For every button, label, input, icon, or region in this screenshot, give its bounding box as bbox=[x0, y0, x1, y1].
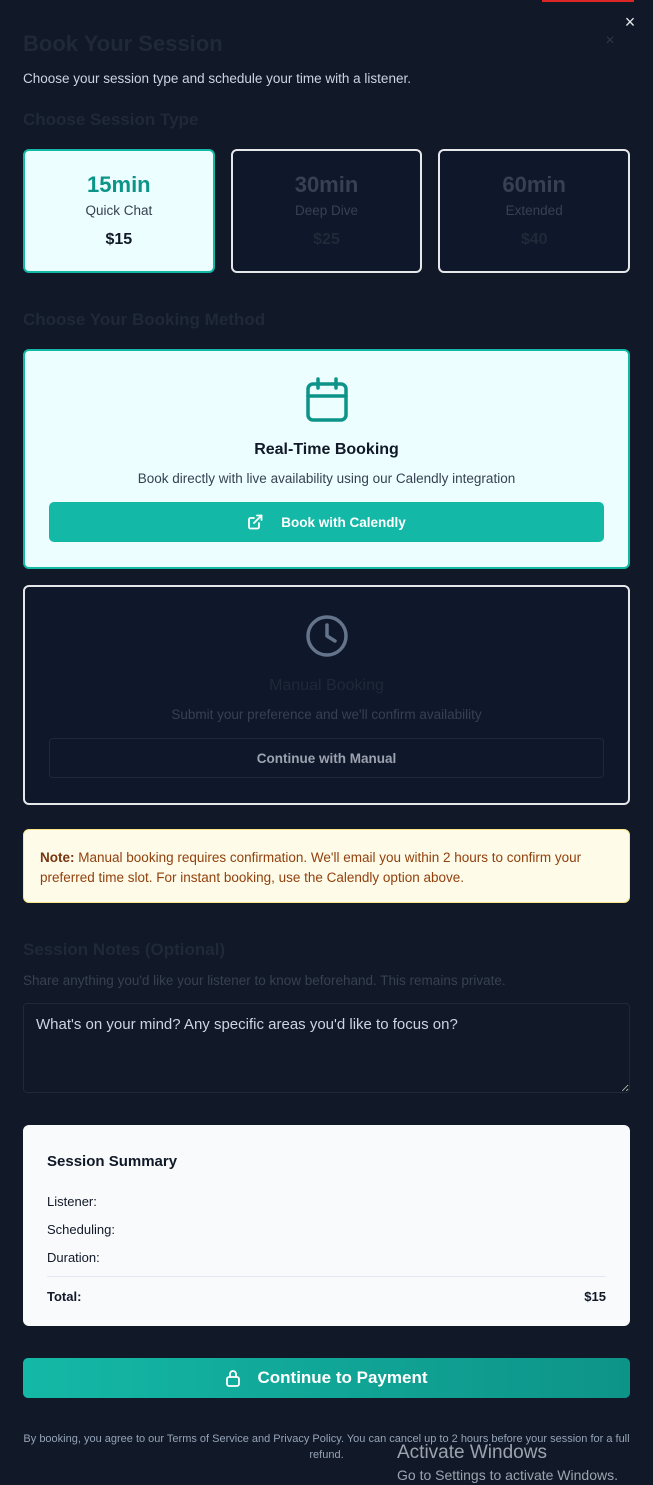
windows-activation-watermark: Activate Windows Go to Settings to activ… bbox=[397, 1441, 618, 1485]
session-type-heading: Choose Session Type bbox=[23, 110, 199, 129]
session-notes-heading: Session Notes (Optional) bbox=[23, 940, 226, 959]
top-accent-bar bbox=[542, 0, 634, 2]
lock-icon bbox=[226, 1370, 241, 1387]
session-label: Deep Dive bbox=[294, 203, 359, 218]
external-link-icon bbox=[248, 514, 263, 530]
continue-to-payment-label: Continue to Payment bbox=[257, 1368, 428, 1387]
realtime-booking-card[interactable]: Real-Time Booking Book directly with liv… bbox=[23, 349, 630, 569]
manual-booking-note: Note: Manual booking requires confirmati… bbox=[23, 829, 630, 903]
page-title: Book Your Session bbox=[23, 31, 223, 56]
session-type-30min[interactable]: 30min Deep Dive $25 bbox=[230, 149, 423, 273]
close-icon-faint: × bbox=[605, 32, 615, 49]
continue-to-payment-button[interactable]: Continue to Payment bbox=[23, 1358, 630, 1398]
summary-duration-row: Duration: bbox=[47, 1244, 606, 1272]
session-label: Extended bbox=[505, 203, 563, 218]
page-subtitle: Choose your session type and schedule yo… bbox=[23, 71, 411, 86]
booking-method-heading: Choose Your Booking Method bbox=[23, 310, 266, 329]
session-duration: 60min bbox=[502, 172, 566, 197]
realtime-booking-title: Real-Time Booking bbox=[254, 441, 399, 458]
session-notes-input[interactable] bbox=[23, 1003, 630, 1093]
close-icon[interactable]: × bbox=[621, 13, 639, 31]
summary-total-row: Total: $15 bbox=[47, 1283, 606, 1311]
continue-with-manual-button[interactable]: Continue with Manual bbox=[49, 738, 604, 778]
session-duration: 30min bbox=[294, 172, 359, 197]
session-type-15min[interactable]: 15min Quick Chat $15 bbox=[23, 149, 215, 273]
session-type-options: 15min Quick Chat $15 30min Deep Dive $25… bbox=[23, 149, 631, 273]
manual-booking-card[interactable]: Manual Booking Submit your preference an… bbox=[23, 585, 630, 805]
session-summary-heading: Session Summary bbox=[47, 1153, 178, 1170]
session-duration: 15min bbox=[87, 172, 151, 197]
summary-scheduling-row: Scheduling: bbox=[47, 1216, 606, 1244]
summary-divider bbox=[47, 1276, 606, 1277]
watermark-title: Activate Windows bbox=[397, 1442, 547, 1463]
session-price: $40 bbox=[520, 231, 548, 248]
note-text: Manual booking requires confirmation. We… bbox=[40, 850, 582, 885]
session-price: $25 bbox=[313, 231, 340, 248]
session-summary-card: Session Summary Listener: Scheduling: Du… bbox=[23, 1125, 630, 1326]
clock-icon bbox=[305, 615, 348, 657]
session-notes-help: Share anything you'd like your listener … bbox=[23, 973, 506, 988]
calendar-icon bbox=[305, 377, 348, 422]
watermark-subtitle: Go to Settings to activate Windows. bbox=[397, 1467, 618, 1483]
summary-total-label: Total: bbox=[47, 1289, 82, 1304]
session-label: Quick Chat bbox=[85, 203, 153, 218]
manual-booking-title: Manual Booking bbox=[269, 677, 384, 694]
summary-total-value: $15 bbox=[584, 1289, 606, 1304]
summary-scheduling-label: Scheduling: bbox=[47, 1222, 115, 1237]
book-with-calendly-button[interactable]: Book with Calendly bbox=[49, 502, 604, 542]
book-with-calendly-label: Book with Calendly bbox=[281, 514, 406, 530]
summary-listener-row: Listener: bbox=[47, 1188, 606, 1216]
note-label: Note: bbox=[40, 850, 75, 865]
summary-duration-label: Duration: bbox=[47, 1250, 100, 1265]
realtime-booking-description: Book directly with live availability usi… bbox=[137, 471, 516, 486]
session-type-60min[interactable]: 60min Extended $40 bbox=[438, 149, 631, 273]
summary-listener-label: Listener: bbox=[47, 1194, 97, 1209]
manual-booking-description: Submit your preference and we'll confirm… bbox=[171, 707, 482, 722]
session-price: $15 bbox=[105, 231, 133, 248]
